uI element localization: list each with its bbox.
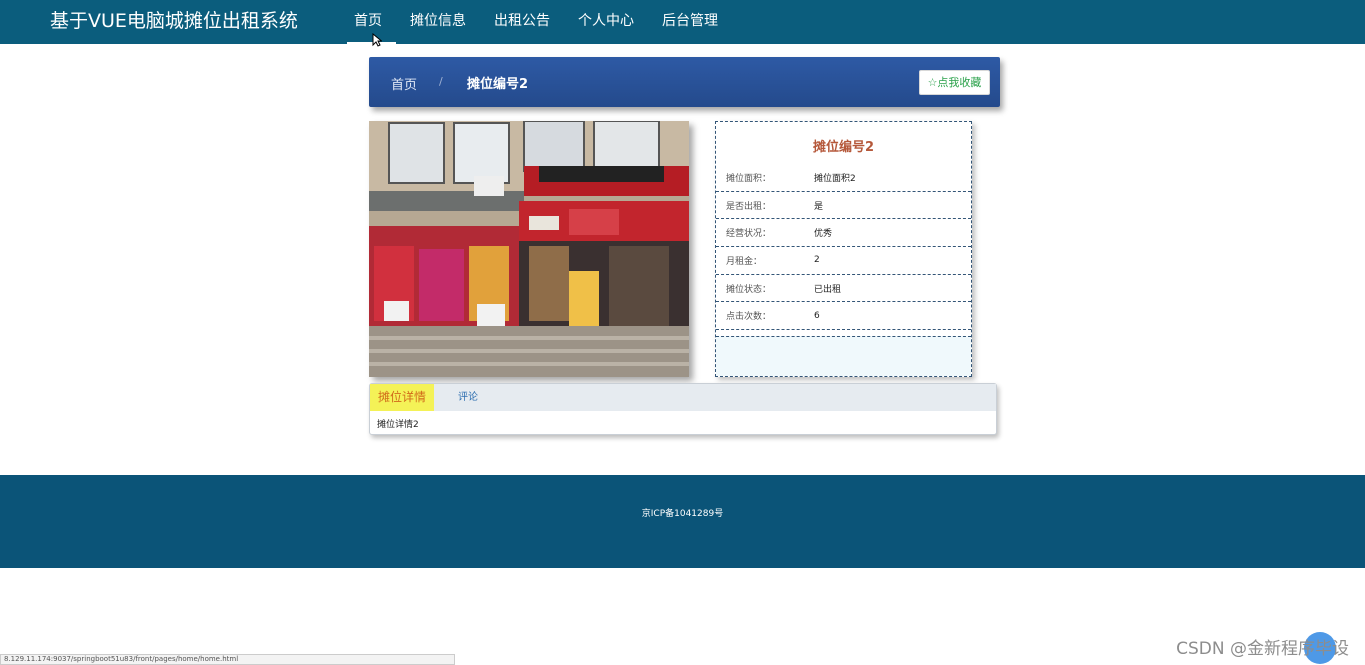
info-row-click-count: 点击次数： 6 <box>716 302 971 331</box>
info-value: 已出租 <box>814 284 842 295</box>
info-value: 摊位面积2 <box>814 173 856 184</box>
stall-title: 摊位编号2 <box>812 140 875 155</box>
info-value: 优秀 <box>814 229 833 240</box>
nav-item-admin[interactable]: 后台管理 <box>648 0 732 44</box>
info-row-rented: 是否出租： 是 <box>716 192 971 220</box>
watermark: CSDN @金新程序毕设 <box>1176 639 1349 659</box>
breadcrumb-current: 摊位编号2 <box>467 77 529 92</box>
icp-record: 京ICP备1041289号 <box>641 509 724 519</box>
storefront-image <box>369 121 689 377</box>
browser-status-url: 8.129.11.174:9037/springboot51u83/front/… <box>0 654 455 665</box>
top-navbar: 基于VUE电脑城摊位出租系统 首页 摊位信息 出租公告 个人中心 后台管理 <box>0 0 1365 44</box>
info-value: 2 <box>814 255 820 266</box>
nav-item-rental-notice[interactable]: 出租公告 <box>480 0 564 44</box>
stall-photo <box>369 121 689 377</box>
breadcrumb: 首页 / 摊位编号2 ☆点我收藏 <box>369 57 1000 107</box>
mouse-cursor-icon <box>372 33 382 47</box>
info-row-monthly-rent: 月租金： 2 <box>716 247 971 275</box>
stall-info-panel: 摊位编号2 摊位面积： 摊位面积2 是否出租： 是 经营状况： 优秀 月租金： … <box>715 121 972 377</box>
info-value: 是 <box>814 201 824 212</box>
info-row-area: 摊位面积： 摊位面积2 <box>716 164 971 192</box>
breadcrumb-home-link[interactable]: 首页 <box>391 74 417 93</box>
page-footer: 京ICP备1041289号 <box>0 475 1365 568</box>
favorite-button[interactable]: ☆点我收藏 <box>919 70 990 95</box>
main-nav: 首页 摊位信息 出租公告 个人中心 后台管理 <box>340 0 732 44</box>
info-row-stall-status: 摊位状态： 已出租 <box>716 275 971 303</box>
info-row-business-status: 经营状况： 优秀 <box>716 219 971 248</box>
info-label: 是否出租： <box>726 201 772 212</box>
tab-comments[interactable]: 评论 <box>434 384 486 411</box>
info-label: 摊位面积： <box>726 173 772 184</box>
breadcrumb-separator: / <box>439 75 443 88</box>
info-label: 摊位状态： <box>726 284 772 295</box>
info-label: 点击次数： <box>726 312 772 323</box>
info-value: 6 <box>814 310 820 321</box>
nav-item-home[interactable]: 首页 <box>340 0 396 44</box>
tabs-header: 摊位详情 评论 <box>370 384 996 411</box>
tab-content: 摊位详情2 <box>377 420 419 430</box>
info-footer-area <box>716 336 971 376</box>
detail-tabs: 摊位详情 评论 摊位详情2 <box>369 383 997 435</box>
site-title: 基于VUE电脑城摊位出租系统 <box>50 10 298 32</box>
nav-item-stall-info[interactable]: 摊位信息 <box>396 0 480 44</box>
info-label: 月租金： <box>726 256 763 267</box>
nav-item-personal-center[interactable]: 个人中心 <box>564 0 648 44</box>
tab-stall-detail[interactable]: 摊位详情 <box>370 384 435 411</box>
info-label: 经营状况： <box>726 229 772 240</box>
